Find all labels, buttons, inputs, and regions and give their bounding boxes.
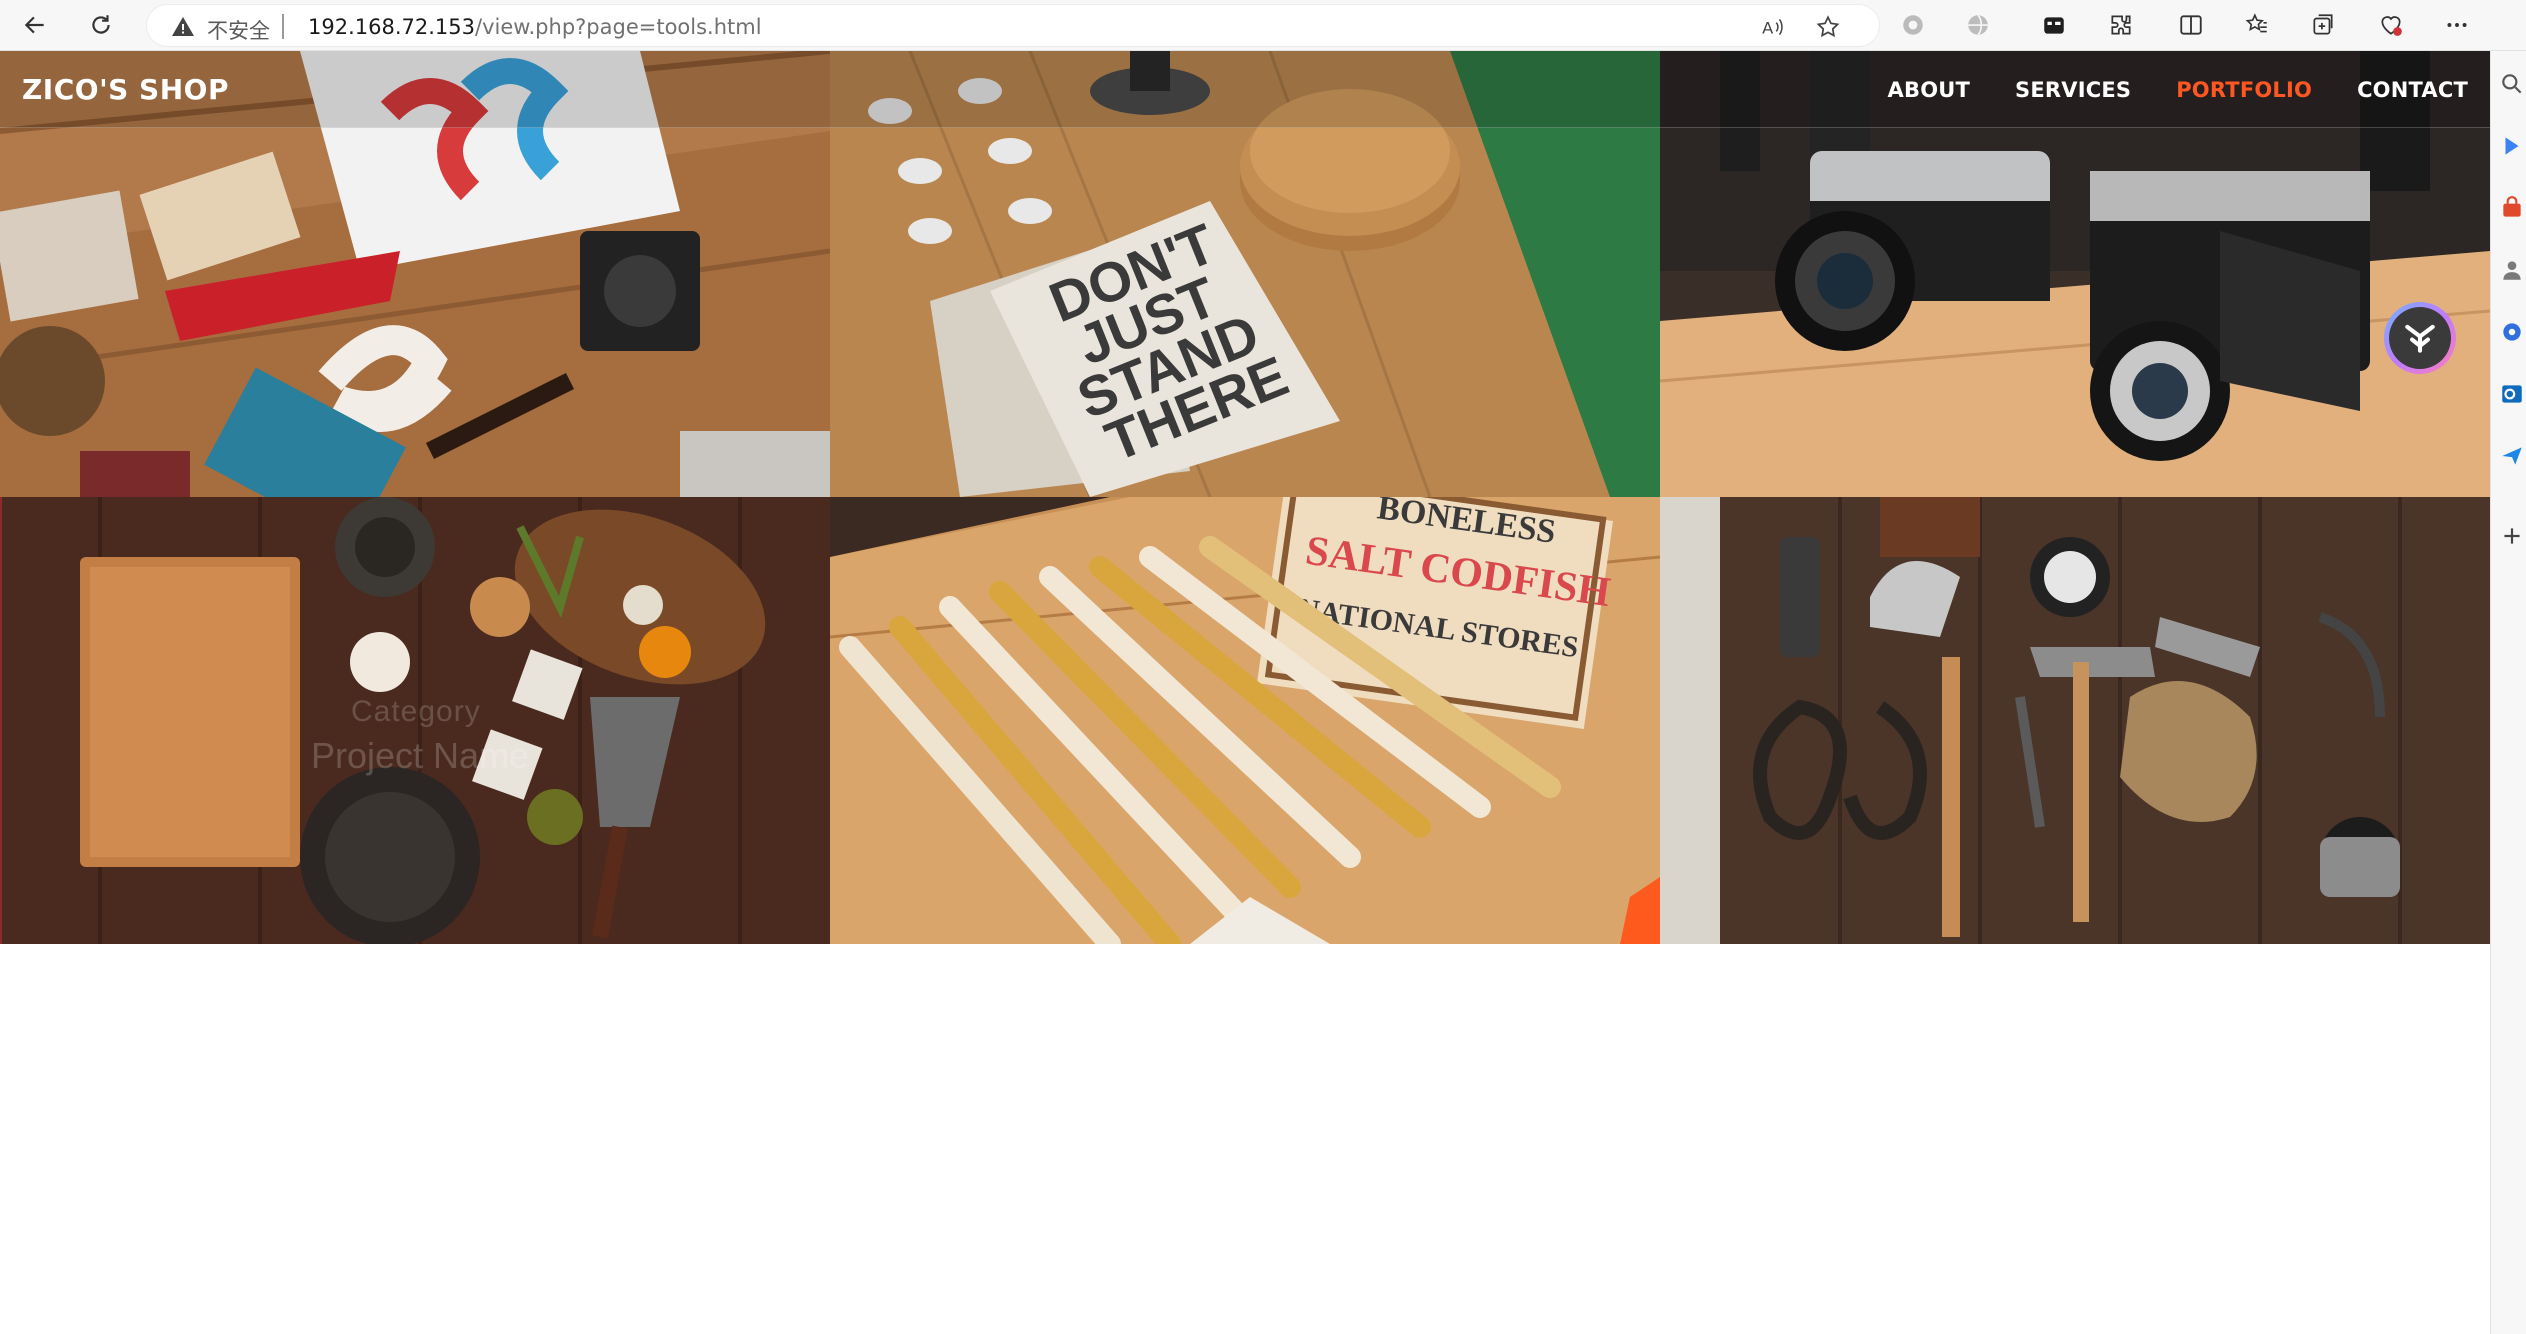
nav-portfolio[interactable]: PORTFOLIO xyxy=(2176,78,2312,102)
sidebar-games-icon[interactable] xyxy=(2497,317,2526,347)
collections-icon[interactable] xyxy=(2304,6,2342,44)
browser-essentials-icon[interactable] xyxy=(2372,6,2410,44)
address-separator xyxy=(282,14,284,39)
split-screen-icon[interactable] xyxy=(2172,6,2210,44)
url-path: /view.php?page=tools.html xyxy=(475,15,762,39)
security-label[interactable]: 不安全 xyxy=(207,15,270,45)
favorite-star-icon[interactable] xyxy=(1812,11,1844,43)
tools-image xyxy=(1660,497,2490,944)
sidebar-people-icon[interactable] xyxy=(2497,255,2526,285)
address-bar[interactable]: 不安全 192.168.72.153/view.php?page=tools.h… xyxy=(146,4,1880,47)
reload-button[interactable] xyxy=(82,6,120,44)
extensions-puzzle-icon[interactable] xyxy=(2102,6,2140,44)
url-host: 192.168.72.153 xyxy=(308,15,475,39)
reload-icon xyxy=(92,15,110,34)
sidebar-copilot-icon[interactable] xyxy=(2497,131,2526,161)
portfolio-item-rulers[interactable]: BONELESS SALT CODFISH NATIONAL STORES xyxy=(830,497,1660,944)
site-navbar: ZICO'S SHOP ABOUT SERVICES PORTFOLIO CON… xyxy=(0,51,2490,128)
sidebar-send-icon[interactable] xyxy=(2497,441,2526,471)
sidebar-shopping-icon[interactable] xyxy=(2497,193,2526,223)
floating-assistant-button[interactable] xyxy=(2384,302,2456,374)
read-aloud-icon[interactable]: A xyxy=(1757,11,1789,43)
nav-about[interactable]: ABOUT xyxy=(1888,78,1971,102)
portfolio-grid: DON'T JUST STAND THERE Project Name BONE… xyxy=(0,51,2490,944)
portfolio-item-kitchen[interactable]: Category Project Name xyxy=(0,497,830,944)
sidebar-search-icon[interactable] xyxy=(2497,69,2526,99)
site-brand[interactable]: ZICO'S SHOP xyxy=(22,73,229,106)
sidebar-outlook-icon[interactable] xyxy=(2497,379,2526,409)
extension-icon[interactable] xyxy=(1894,6,1932,44)
back-arrow-icon xyxy=(24,16,44,34)
kitchen-image xyxy=(0,497,830,944)
web-page: DON'T JUST STAND THERE Project Name BONE… xyxy=(0,51,2490,1334)
nav-services[interactable]: SERVICES xyxy=(2015,78,2131,102)
extension-globe-icon[interactable] xyxy=(1959,6,1997,44)
nav-contact[interactable]: CONTACT xyxy=(2357,78,2468,102)
back-button[interactable] xyxy=(16,6,54,44)
assistant-logo-icon xyxy=(2389,307,2451,369)
favorites-icon[interactable] xyxy=(2238,6,2276,44)
more-menu-icon[interactable] xyxy=(2438,6,2476,44)
sidebar-add-icon[interactable] xyxy=(2497,521,2526,551)
rulers-image: BONELESS SALT CODFISH NATIONAL STORES xyxy=(830,497,1660,944)
browser-toolbar: 不安全 192.168.72.153/view.php?page=tools.h… xyxy=(0,0,2526,51)
edge-sidebar xyxy=(2490,51,2526,1334)
url-text[interactable]: 192.168.72.153/view.php?page=tools.html xyxy=(308,15,762,39)
site-menu: ABOUT SERVICES PORTFOLIO CONTACT xyxy=(1888,78,2468,102)
tab-actions-icon[interactable] xyxy=(2035,6,2073,44)
warning-icon[interactable] xyxy=(169,13,197,41)
svg-text:A: A xyxy=(1762,19,1773,38)
portfolio-item-tools[interactable] xyxy=(1660,497,2490,944)
